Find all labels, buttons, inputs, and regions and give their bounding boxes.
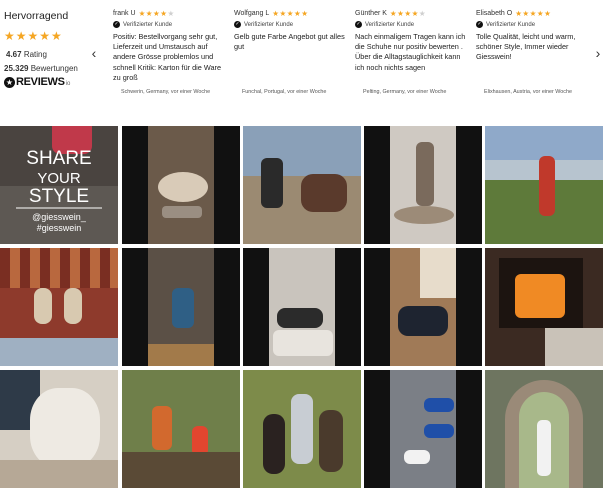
- review-stars: ★★★★★: [515, 9, 552, 18]
- photo-man-with-pony[interactable]: [243, 126, 361, 244]
- check-icon: ✓: [234, 21, 241, 28]
- review-location: Pelting, Germany, vor einer Woche: [363, 89, 447, 95]
- reviewer-name: Elisabeth O: [476, 10, 513, 17]
- review-count-value: 25.329: [4, 64, 29, 73]
- rating-value: 4.67: [6, 50, 22, 59]
- review-count-line: 25.329 Bewertungen: [4, 64, 84, 73]
- photo-fluffy-dog[interactable]: [0, 370, 118, 488]
- review-stars: ★★★★★: [389, 9, 427, 18]
- review-count-label: Bewertungen: [30, 64, 78, 73]
- rating-title: Hervorragend: [4, 10, 69, 22]
- verified-badge: ✓ Verifizierter Kunde: [113, 21, 173, 28]
- reviewer-name: frank U: [113, 10, 136, 17]
- review-text: Gelb gute Farbe Angebot gut alles gut: [234, 32, 345, 52]
- review-stars: ★★★★★: [272, 9, 309, 18]
- summary-stars: ★★★★★: [4, 29, 63, 43]
- photo-fireplace-feet[interactable]: [485, 248, 603, 366]
- share-your-style-tile[interactable]: SHARE YOUR STYLE @giesswein_ #giesswein: [0, 126, 118, 244]
- verified-badge: ✓ Verifizierter Kunde: [355, 21, 415, 28]
- photo-two-kids-forest[interactable]: [122, 370, 240, 488]
- check-icon: ✓: [355, 21, 362, 28]
- prev-arrow-icon[interactable]: ‹: [88, 44, 100, 62]
- photo-blue-sneakers-tiles[interactable]: [364, 370, 482, 488]
- review-card[interactable]: frank U ★★★★★ ✓ Verifizierter Kunde Posi…: [113, 9, 229, 101]
- photo-woman-mirror-shoes[interactable]: [364, 126, 482, 244]
- review-text: Tolle Qualität, leicht und warm, schöner…: [476, 32, 576, 62]
- review-location: Schwerin, Germany, vor einer Woche: [121, 89, 211, 95]
- photo-woman-sitting-hall[interactable]: [122, 248, 240, 366]
- svg-text:#giesswein: #giesswein: [37, 223, 82, 233]
- photo-tying-sneaker[interactable]: [364, 248, 482, 366]
- verified-badge: ✓ Verifizierter Kunde: [234, 21, 294, 28]
- brand-suffix: io: [65, 80, 71, 87]
- star-badge-icon: ★: [4, 76, 15, 88]
- ugc-photo-grid: SHARE YOUR STYLE @giesswein_ #giesswein: [0, 126, 604, 488]
- brand-name: REVIEWS: [16, 76, 65, 88]
- svg-text:SHARE: SHARE: [26, 148, 91, 169]
- reviews-io-logo[interactable]: ★ REVIEWS io: [4, 76, 84, 88]
- rating-line: 4.67 Rating: [6, 50, 84, 59]
- review-card[interactable]: Wolfgang L ★★★★★ ✓ Verifizierter Kunde G…: [234, 9, 350, 101]
- photo-woman-by-lake[interactable]: [485, 126, 603, 244]
- review-card[interactable]: Elisabeth O ★★★★★ ✓ Verifizierter Kunde …: [476, 9, 592, 101]
- rating-label: Rating: [23, 50, 47, 59]
- review-card[interactable]: Günther K ★★★★★ ✓ Verifizierter Kunde Na…: [355, 9, 471, 101]
- photo-putting-on-shoes[interactable]: [243, 248, 361, 366]
- review-location: Elixhausen, Austria, vor einer Woche: [484, 89, 572, 95]
- next-arrow-icon[interactable]: ›: [592, 44, 604, 62]
- photo-woman-garden-arch[interactable]: [485, 370, 603, 488]
- svg-text:@giesswein_: @giesswein_: [32, 212, 87, 222]
- verified-badge: ✓ Verifizierter Kunde: [476, 21, 536, 28]
- photo-slippers-on-rug[interactable]: [0, 248, 118, 366]
- review-location: Funchal, Portugal, vor einer Woche: [242, 89, 327, 95]
- check-icon: ✓: [476, 21, 483, 28]
- check-icon: ✓: [113, 21, 120, 28]
- rating-summary: Hervorragend ★★★★★ 4.67 Rating 25.329 Be…: [4, 10, 84, 88]
- review-text: Positiv: Bestellvorgang sehr gut, Liefer…: [113, 32, 222, 82]
- review-text: Nach einmaligem Tragen kann ich die Schu…: [355, 32, 466, 72]
- reviewer-name: Günther K: [355, 10, 387, 17]
- share-your-style-text: SHARE YOUR STYLE @giesswein_ #giesswein: [16, 148, 102, 233]
- reviewer-name: Wolfgang L: [234, 10, 270, 17]
- reviews-widget: Hervorragend ★★★★★ 4.67 Rating 25.329 Be…: [0, 0, 604, 118]
- svg-text:YOUR: YOUR: [37, 170, 81, 187]
- svg-text:STYLE: STYLE: [29, 186, 89, 207]
- photo-woman-with-alpacas[interactable]: [243, 370, 361, 488]
- photo-dog-on-shoes[interactable]: [122, 126, 240, 244]
- review-stars: ★★★★★: [138, 9, 175, 18]
